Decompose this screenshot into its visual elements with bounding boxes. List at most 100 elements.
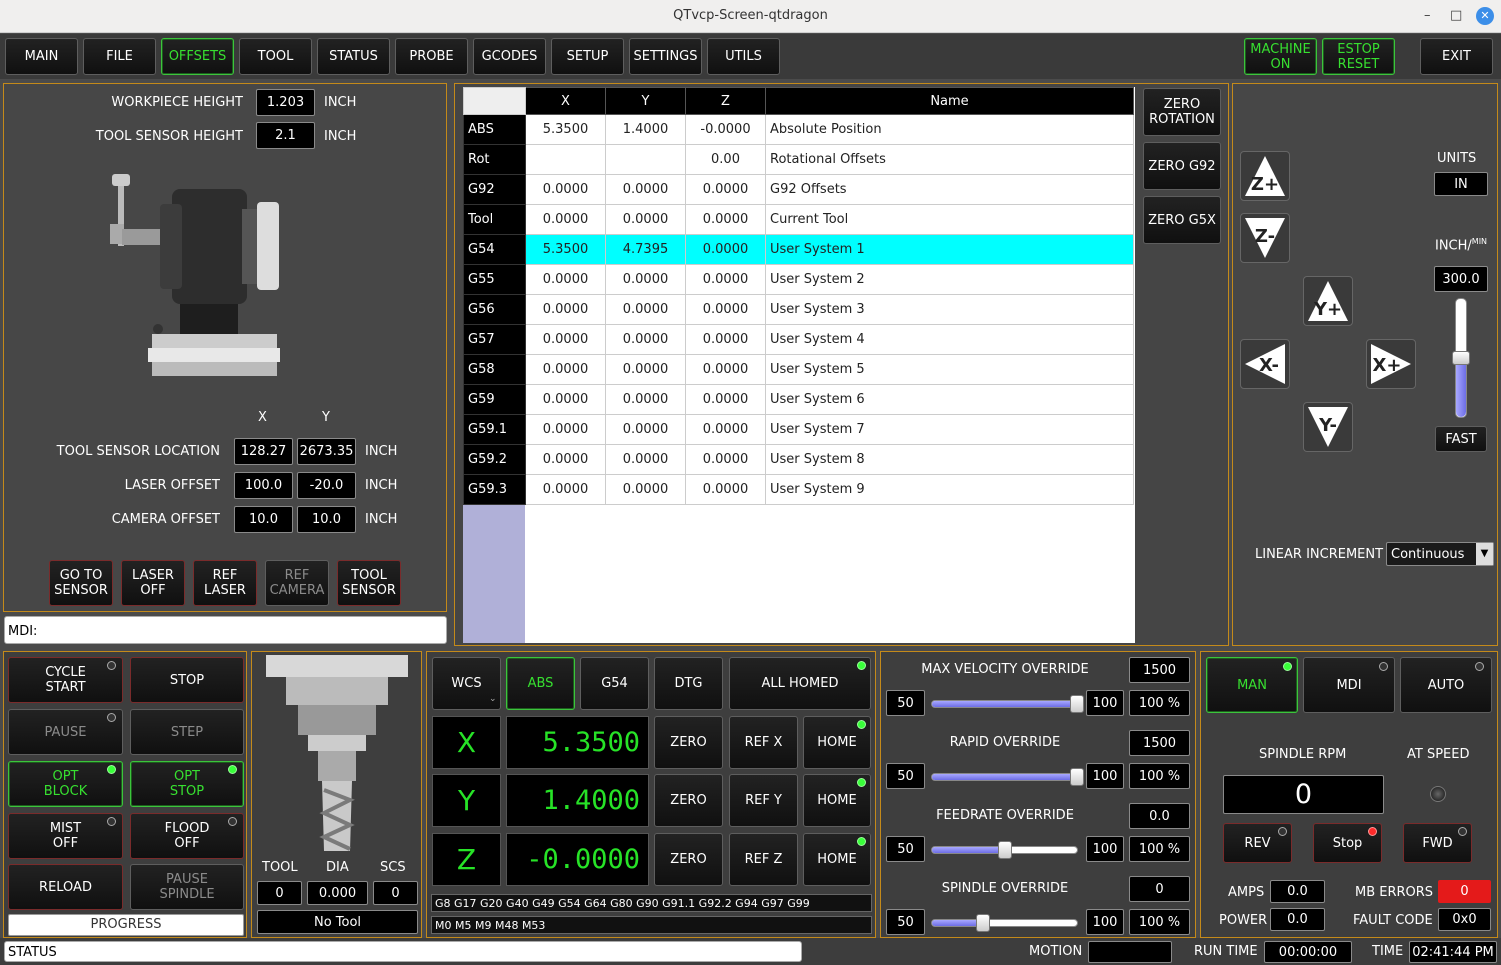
row-header[interactable]: G92 xyxy=(463,174,526,205)
override-max-button[interactable]: 100 xyxy=(1086,909,1124,935)
column-header-y[interactable]: Y xyxy=(605,87,686,115)
table-row[interactable]: G59.2 0.0000 0.0000 0.0000 User System 8 xyxy=(463,444,1134,475)
estop-reset-button[interactable]: ESTOP RESET xyxy=(1322,38,1395,75)
cell-y[interactable]: 0.0000 xyxy=(605,324,686,355)
step-button[interactable]: STEP xyxy=(130,709,244,755)
cell-x[interactable]: 5.3500 xyxy=(525,114,606,145)
zero-x-button[interactable]: ZERO xyxy=(654,716,723,769)
dtg-button[interactable]: DTG xyxy=(654,657,723,710)
tool-sensor-height-field[interactable]: 2.1 xyxy=(256,122,315,149)
row-header[interactable]: G57 xyxy=(463,324,526,355)
table-row[interactable]: G59.3 0.0000 0.0000 0.0000 User System 9 xyxy=(463,474,1134,505)
cell-x[interactable]: 0.0000 xyxy=(525,384,606,415)
cell-name[interactable]: User System 3 xyxy=(765,294,1134,325)
workpiece-height-field[interactable]: 1.203 xyxy=(256,89,315,116)
mdi-input[interactable]: MDI: xyxy=(4,616,447,644)
override-min-button[interactable]: 50 xyxy=(886,836,925,862)
cell-z[interactable]: 0.0000 xyxy=(685,174,766,205)
y-axis-label[interactable]: Y xyxy=(432,774,501,827)
override-value-field[interactable]: 0 xyxy=(1129,876,1190,902)
cell-x[interactable]: 0.0000 xyxy=(525,414,606,445)
cell-z[interactable]: 0.0000 xyxy=(685,384,766,415)
laser-offset-x-field[interactable]: 100.0 xyxy=(234,472,293,499)
cell-z[interactable]: 0.0000 xyxy=(685,204,766,235)
jog-x-minus-button[interactable]: X- xyxy=(1240,339,1290,389)
cell-y[interactable]: 0.0000 xyxy=(605,264,686,295)
zero-z-button[interactable]: ZERO xyxy=(654,833,723,886)
override-value-field[interactable]: 1500 xyxy=(1129,730,1190,756)
cell-y[interactable]: 0.0000 xyxy=(605,294,686,325)
zero-rotation-button[interactable]: ZERO ROTATION xyxy=(1143,88,1221,136)
flood-off-button[interactable]: FLOOD OFF xyxy=(130,813,244,859)
row-header[interactable]: G54 xyxy=(463,234,526,265)
tab-offsets[interactable]: OFFSETS xyxy=(161,38,234,75)
mist-off-button[interactable]: MIST OFF xyxy=(8,813,123,859)
table-row[interactable]: G58 0.0000 0.0000 0.0000 User System 5 xyxy=(463,354,1134,385)
override-value-field[interactable]: 0.0 xyxy=(1129,803,1190,829)
g54-button[interactable]: G54 xyxy=(580,657,649,710)
jog-y-minus-button[interactable]: Y- xyxy=(1303,402,1353,452)
ref-laser-button[interactable]: REF LASER xyxy=(193,560,257,606)
cell-name[interactable]: User System 8 xyxy=(765,444,1134,475)
row-header[interactable]: G55 xyxy=(463,264,526,295)
column-header-name[interactable]: Name xyxy=(765,87,1134,115)
tab-tool[interactable]: TOOL xyxy=(239,38,312,75)
tool-sensor-x-field[interactable]: 128.27 xyxy=(234,438,293,465)
jog-rate-slider[interactable] xyxy=(1452,298,1470,418)
cell-x[interactable]: 0.0000 xyxy=(525,324,606,355)
row-header[interactable]: G59.3 xyxy=(463,474,526,505)
tab-file[interactable]: FILE xyxy=(83,38,156,75)
cell-y[interactable]: 4.7395 xyxy=(605,234,686,265)
cell-y[interactable] xyxy=(605,144,686,175)
column-header-z[interactable]: Z xyxy=(685,87,766,115)
all-homed-button[interactable]: ALL HOMED xyxy=(729,657,871,710)
tab-utils[interactable]: UTILS xyxy=(707,38,780,75)
camera-offset-y-field[interactable]: 10.0 xyxy=(297,506,356,533)
cell-name[interactable]: G92 Offsets xyxy=(765,174,1134,205)
ref-z-button[interactable]: REF Z xyxy=(729,833,798,886)
cell-x[interactable]: 0.0000 xyxy=(525,174,606,205)
jog-rate-field[interactable]: 300.0 xyxy=(1434,266,1488,292)
maximize-icon[interactable]: □ xyxy=(1450,8,1462,23)
ref-x-button[interactable]: REF X xyxy=(729,716,798,769)
cell-x[interactable]: 0.0000 xyxy=(525,294,606,325)
cycle-start-button[interactable]: CYCLE START xyxy=(8,657,123,703)
pause-spindle-button[interactable]: PAUSE SPINDLE xyxy=(130,864,244,910)
reload-button[interactable]: RELOAD xyxy=(8,864,123,910)
laser-offset-y-field[interactable]: -20.0 xyxy=(297,472,356,499)
jog-rate-knob[interactable] xyxy=(1452,351,1470,365)
machine-on-button[interactable]: MACHINE ON xyxy=(1244,38,1317,75)
override-slider-knob[interactable] xyxy=(1070,695,1084,713)
cell-x[interactable]: 0.0000 xyxy=(525,474,606,505)
override-max-button[interactable]: 100 xyxy=(1086,763,1124,789)
jog-x-plus-button[interactable]: X+ xyxy=(1366,339,1416,389)
cell-name[interactable]: User System 6 xyxy=(765,384,1134,415)
cell-z[interactable]: 0.0000 xyxy=(685,474,766,505)
table-row[interactable]: Rot 0.00 Rotational Offsets xyxy=(463,144,1134,175)
cell-x[interactable]: 0.0000 xyxy=(525,204,606,235)
cell-z[interactable]: 0.0000 xyxy=(685,324,766,355)
override-max-button[interactable]: 100 xyxy=(1086,690,1124,716)
cell-x[interactable]: 0.0000 xyxy=(525,444,606,475)
close-icon[interactable]: ✕ xyxy=(1476,7,1494,25)
cell-z[interactable]: 0.0000 xyxy=(685,264,766,295)
pause-button[interactable]: PAUSE xyxy=(8,709,123,755)
override-value-field[interactable]: 1500 xyxy=(1129,657,1190,683)
cell-name[interactable]: User System 2 xyxy=(765,264,1134,295)
tool-sensor-button[interactable]: TOOL SENSOR xyxy=(337,560,401,606)
laser-off-button[interactable]: LASER OFF xyxy=(121,560,185,606)
override-slider-knob[interactable] xyxy=(1070,768,1084,786)
jog-y-plus-button[interactable]: Y+ xyxy=(1303,276,1353,326)
override-slider[interactable] xyxy=(931,841,1078,859)
zero-y-button[interactable]: ZERO xyxy=(654,774,723,827)
cell-y[interactable]: 1.4000 xyxy=(605,114,686,145)
override-min-button[interactable]: 50 xyxy=(886,763,925,789)
row-header[interactable]: G59.2 xyxy=(463,444,526,475)
table-row[interactable]: G59.1 0.0000 0.0000 0.0000 User System 7 xyxy=(463,414,1134,445)
cell-y[interactable]: 0.0000 xyxy=(605,474,686,505)
row-header[interactable]: ABS xyxy=(463,114,526,145)
override-slider-knob[interactable] xyxy=(975,914,990,932)
chevron-down-icon[interactable]: ▼ xyxy=(1476,543,1493,565)
cell-y[interactable]: 0.0000 xyxy=(605,174,686,205)
zero-g5x-button[interactable]: ZERO G5X xyxy=(1143,196,1221,244)
